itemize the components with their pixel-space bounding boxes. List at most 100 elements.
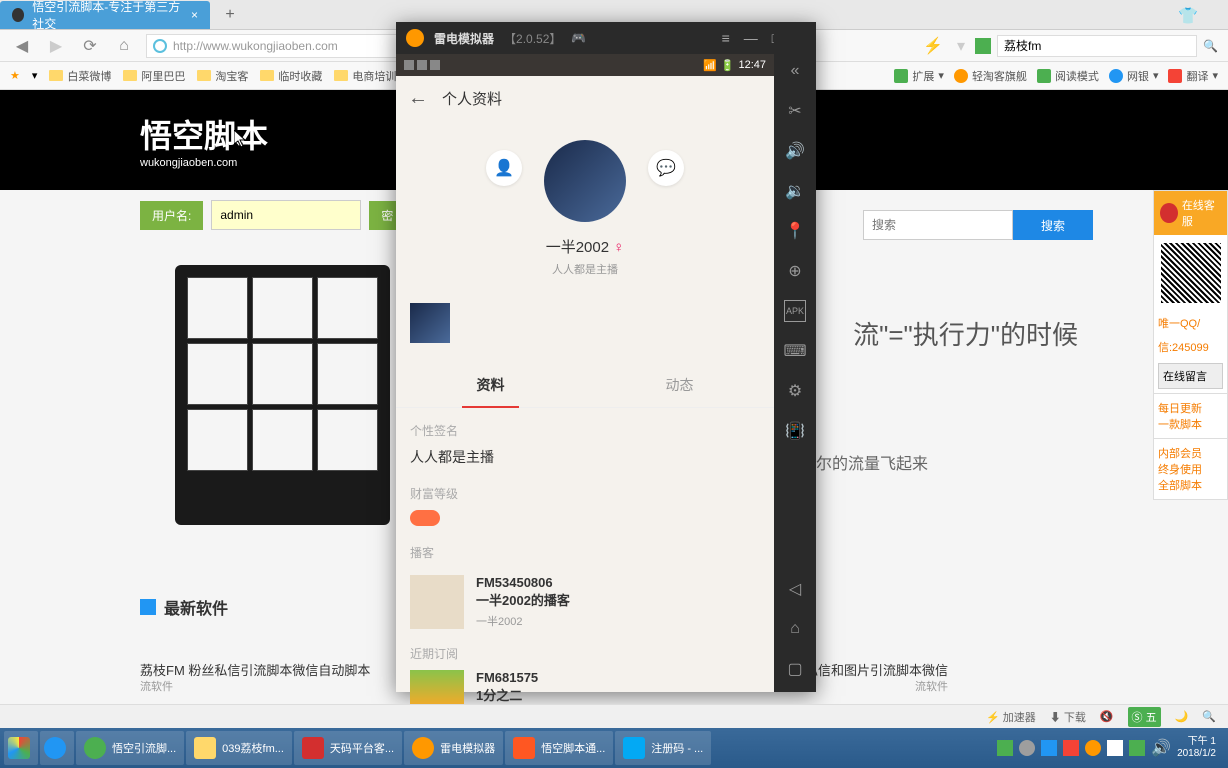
- app-icon: [412, 737, 434, 759]
- close-icon[interactable]: ×: [191, 8, 198, 22]
- podcast-item[interactable]: FM53450806 一半2002的播客 一半2002: [396, 565, 774, 639]
- section-heading: 最新软件: [140, 595, 228, 619]
- profile-section: 👤 💬 一半2002♀ 人人都是主播: [396, 120, 774, 289]
- app-title: 个人资料: [442, 88, 502, 109]
- podcast-field: 播客: [396, 530, 774, 565]
- search-engine-selector[interactable]: 🔍: [975, 35, 1218, 57]
- shake-icon[interactable]: 📳: [784, 420, 806, 442]
- ext-bank[interactable]: 网银▾: [1109, 68, 1159, 84]
- settings-icon[interactable]: ⚙: [784, 380, 806, 402]
- taskbar-item[interactable]: 天码平台客...: [294, 731, 402, 765]
- browser-tab[interactable]: 悟空引流脚本-专注于第三方社交 ×: [0, 1, 210, 29]
- leave-message-button[interactable]: 在线留言: [1158, 363, 1223, 389]
- battery-icon: 🔋: [721, 59, 735, 72]
- bookmark-item[interactable]: 白菜微博: [49, 68, 111, 84]
- bookmark-item[interactable]: 淘宝客: [197, 68, 248, 84]
- taskbar-item[interactable]: 039荔枝fm...: [186, 731, 292, 765]
- ext-qtk[interactable]: 轻淘客旗舰: [954, 68, 1027, 84]
- promo-image: [175, 265, 390, 525]
- android-home-icon[interactable]: ⌂: [784, 618, 806, 640]
- location-icon[interactable]: 📍: [784, 220, 806, 242]
- taskbar-item[interactable]: 雷电模拟器: [404, 731, 503, 765]
- ext-read[interactable]: 阅读模式: [1037, 68, 1099, 84]
- zoom-icon[interactable]: 🔍: [1202, 710, 1216, 723]
- android-recent-icon[interactable]: ▢: [784, 658, 806, 680]
- site-search-input[interactable]: [863, 210, 1013, 240]
- user-avatar[interactable]: [544, 140, 626, 222]
- back-arrow-icon[interactable]: ←: [408, 87, 428, 110]
- add-friend-button[interactable]: 👤: [486, 150, 522, 186]
- tray-icon[interactable]: [1107, 740, 1123, 756]
- home-button[interactable]: ⌂: [112, 34, 136, 58]
- moon-icon[interactable]: 🌙: [1175, 710, 1189, 723]
- folder-icon: [49, 70, 63, 81]
- scissors-icon[interactable]: ✂: [784, 100, 806, 122]
- customer-service-panel: 在线客服 唯一QQ/ 信:245099 在线留言 每日更新一款脚本 内部会员终身…: [1153, 190, 1228, 500]
- taskbar-item[interactable]: 悟空脚本通...: [505, 731, 613, 765]
- browser-status-bar: ⚡ 加速器 ⬇ 下载 🔇 Ⓢ 五 🌙 🔍: [0, 704, 1228, 728]
- ime-indicator[interactable]: Ⓢ 五: [1128, 707, 1161, 727]
- cs-header[interactable]: 在线客服: [1154, 191, 1227, 235]
- theme-icon[interactable]: 👕: [1178, 6, 1198, 26]
- minimize-icon[interactable]: —: [744, 30, 758, 47]
- signature-field: 个性签名 人人都是主播: [396, 408, 774, 471]
- volume-up-icon[interactable]: 🔊: [784, 140, 806, 162]
- ie-button[interactable]: [40, 731, 74, 765]
- download-button[interactable]: ⬇ 下载: [1050, 709, 1086, 725]
- browser-search-input[interactable]: [997, 35, 1197, 57]
- apk-icon[interactable]: APK: [784, 300, 806, 322]
- emulator-toolbar: « ✂ 🔊 🔉 📍 ⊕ APK ⌨ ⚙ 📳 ◁ ⌂ ▢: [774, 22, 816, 692]
- qq-number: 信:245099: [1154, 335, 1227, 359]
- extensions-button[interactable]: 扩展▾: [894, 68, 944, 84]
- cs-avatar-icon: [1160, 203, 1178, 223]
- taskbar-item[interactable]: 注册码 - ...: [615, 731, 711, 765]
- accelerator-button[interactable]: ⚡ 加速器: [986, 709, 1036, 725]
- forward-button: ▶: [44, 34, 68, 58]
- search-icon[interactable]: 🔍: [1203, 39, 1218, 53]
- back-button[interactable]: ◀: [10, 34, 34, 58]
- news-link[interactable]: 荔枝FM 粉丝私信引流脚本微信自动脚本: [140, 660, 370, 679]
- emulator-version: 【2.0.52】: [504, 30, 561, 47]
- search-button[interactable]: 搜索: [1013, 210, 1093, 240]
- favorites-icon[interactable]: ★: [10, 69, 20, 82]
- taskbar-item[interactable]: 悟空引流脚...: [76, 731, 184, 765]
- add-icon[interactable]: ⊕: [784, 260, 806, 282]
- menu-icon[interactable]: ≡: [722, 30, 730, 47]
- field-label: 播客: [410, 544, 760, 561]
- emulator-titlebar[interactable]: 雷电模拟器 【2.0.52】 🎮 ≡ — □ ✕: [396, 22, 816, 54]
- new-tab-button[interactable]: +: [218, 3, 242, 27]
- username-input[interactable]: [211, 200, 361, 230]
- volume-down-icon[interactable]: 🔉: [784, 180, 806, 202]
- tray-icon[interactable]: [997, 740, 1013, 756]
- volume-icon[interactable]: 🔊: [1151, 738, 1171, 758]
- username-label: 用户名:: [140, 201, 203, 230]
- tray-icon[interactable]: [1063, 740, 1079, 756]
- tray-icon[interactable]: [1085, 740, 1101, 756]
- keyboard-icon[interactable]: ⌨: [784, 340, 806, 362]
- gamepad-icon[interactable]: 🎮: [571, 31, 586, 45]
- bookmark-item[interactable]: 阿里巴巴: [123, 68, 185, 84]
- reload-button[interactable]: ⟳: [78, 34, 102, 58]
- tray-icon[interactable]: [1019, 740, 1035, 756]
- fm-owner: 一半2002: [476, 613, 760, 629]
- tab-info[interactable]: 资料: [396, 363, 585, 407]
- android-back-icon[interactable]: ◁: [784, 578, 806, 600]
- tab-activity[interactable]: 动态: [585, 363, 774, 407]
- site-subtitle: wukongjiaoben.com: [140, 157, 268, 169]
- emulator-title: 雷电模拟器: [434, 30, 494, 47]
- bookmark-item[interactable]: 临时收藏: [260, 68, 322, 84]
- taskbar-clock[interactable]: 下午 1 2018/1/2: [1177, 736, 1216, 760]
- username: 一半2002♀: [396, 236, 774, 257]
- ext-translate[interactable]: 翻译▾: [1168, 68, 1218, 84]
- mute-icon[interactable]: 🔇: [1100, 710, 1114, 723]
- tray-icon[interactable]: [1129, 740, 1145, 756]
- photo-thumbnail[interactable]: [410, 303, 450, 343]
- start-button[interactable]: [4, 731, 38, 765]
- bookmark-item[interactable]: 电商培训: [334, 68, 396, 84]
- lightning-icon[interactable]: ⚡: [923, 36, 943, 56]
- message-button[interactable]: 💬: [648, 150, 684, 186]
- tray-icon[interactable]: [1041, 740, 1057, 756]
- collapse-icon[interactable]: «: [784, 60, 806, 82]
- fm-id: FM681575: [476, 670, 760, 685]
- app-icon: [84, 737, 106, 759]
